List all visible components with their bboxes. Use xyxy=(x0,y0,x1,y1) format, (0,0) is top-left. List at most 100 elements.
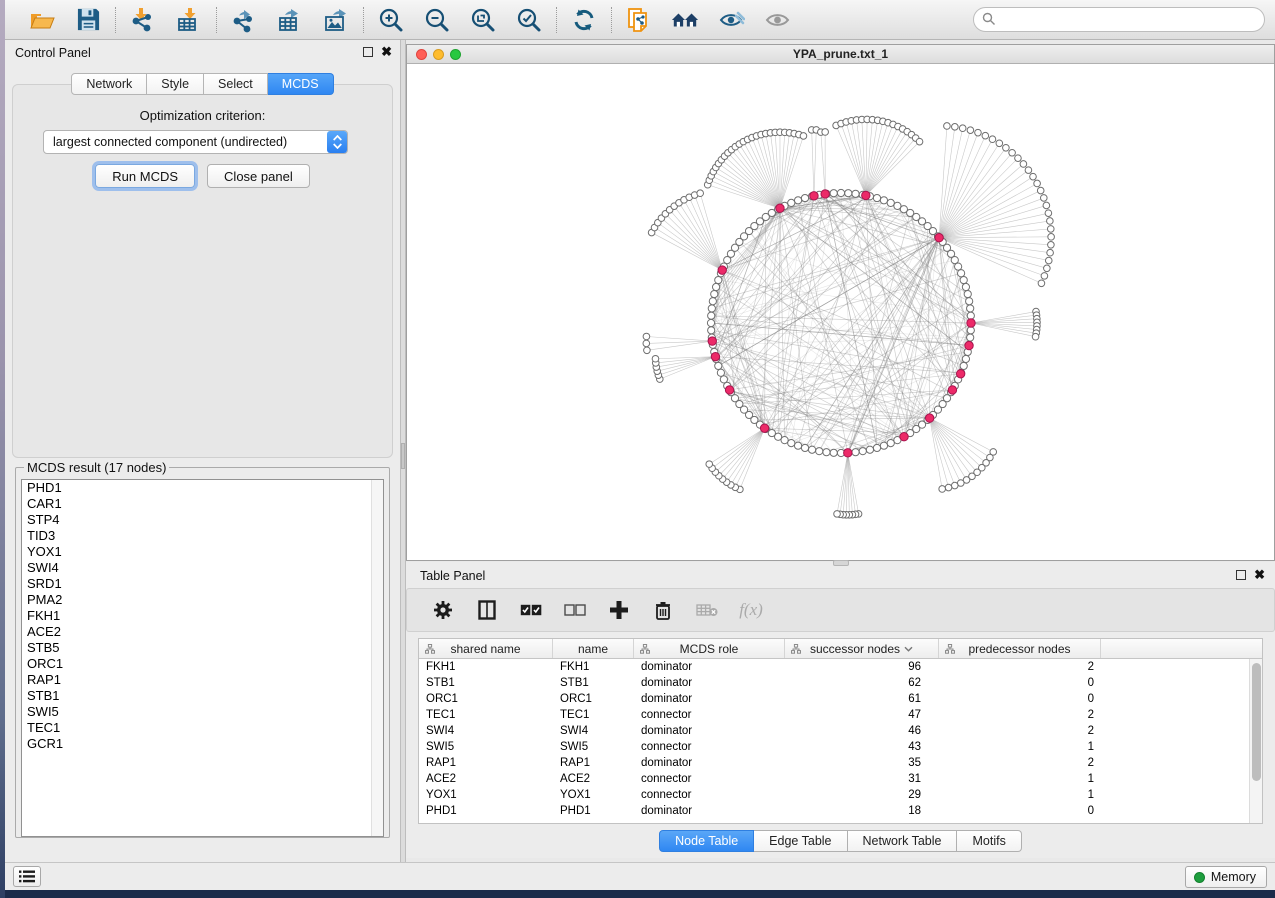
search-input[interactable] xyxy=(973,7,1265,32)
column-header-name[interactable]: name xyxy=(553,639,634,658)
tab-node-table[interactable]: Node Table xyxy=(659,830,754,852)
checked-boxes-icon xyxy=(520,604,542,616)
column-header-predecessor-nodes[interactable]: predecessor nodes xyxy=(939,639,1101,658)
table-row[interactable]: YOX1YOX1connector291 xyxy=(419,787,1262,803)
table-panel-title: Table Panel xyxy=(420,569,485,583)
right-area: YPA_prune.txt_1 Table Panel ✖ xyxy=(406,40,1275,862)
cell-name: PHD1 xyxy=(553,803,634,819)
zoom-fit-button[interactable] xyxy=(469,6,497,34)
float-panel-icon[interactable] xyxy=(363,47,373,57)
table-scrollbar[interactable] xyxy=(1249,659,1262,824)
window-minimize-icon[interactable] xyxy=(433,49,444,60)
zoom-out-button[interactable] xyxy=(423,6,451,34)
float-panel-icon[interactable] xyxy=(1236,570,1246,580)
memory-button[interactable]: Memory xyxy=(1185,866,1267,888)
mcds-result-item[interactable]: SWI5 xyxy=(22,704,383,720)
table-row[interactable]: PHD1PHD1dominator180 xyxy=(419,803,1262,819)
window-zoom-icon[interactable] xyxy=(450,49,461,60)
cell-predecessor_nodes: 2 xyxy=(939,755,1101,771)
table-settings-button[interactable] xyxy=(431,598,455,622)
column-header-successor-nodes[interactable]: successor nodes xyxy=(785,639,939,658)
close-panel-icon[interactable]: ✖ xyxy=(1254,570,1265,580)
column-header-MCDS-role[interactable]: MCDS role xyxy=(634,639,785,658)
zoom-in-button[interactable] xyxy=(377,6,405,34)
splitter-handle[interactable] xyxy=(401,443,405,469)
tab-network-table[interactable]: Network Table xyxy=(848,830,958,852)
node-table: shared namenameMCDS rolesuccessor nodesp… xyxy=(418,638,1263,824)
cell-mcds_role: connector xyxy=(634,787,785,803)
window-close-icon[interactable] xyxy=(416,49,427,60)
tab-select[interactable]: Select xyxy=(204,73,268,95)
tab-style[interactable]: Style xyxy=(147,73,204,95)
tab-edge-table[interactable]: Edge Table xyxy=(754,830,847,852)
optimization-criterion-dropdown[interactable]: largest connected component (undirected) xyxy=(43,130,348,154)
zoom-selected-button[interactable] xyxy=(515,6,543,34)
table-row[interactable]: ACE2ACE2connector311 xyxy=(419,771,1262,787)
cell-predecessor_nodes: 1 xyxy=(939,787,1101,803)
mcds-result-item[interactable]: TID3 xyxy=(22,528,383,544)
export-network-button[interactable] xyxy=(230,6,258,34)
mcds-result-item[interactable]: YOX1 xyxy=(22,544,383,560)
duplicate-network-button[interactable] xyxy=(625,6,653,34)
mcds-list-scrollbar[interactable] xyxy=(371,480,383,836)
cell-shared_name: SWI5 xyxy=(419,739,553,755)
tab-network[interactable]: Network xyxy=(71,73,147,95)
table-header-row: shared namenameMCDS rolesuccessor nodesp… xyxy=(419,639,1262,659)
tab-mcds[interactable]: MCDS xyxy=(268,73,334,95)
mcds-result-item[interactable]: STB1 xyxy=(22,688,383,704)
close-panel-icon[interactable]: ✖ xyxy=(381,47,392,57)
mcds-result-item[interactable]: TEC1 xyxy=(22,720,383,736)
column-header-shared-name[interactable]: shared name xyxy=(419,639,553,658)
unselect-all-columns-button[interactable] xyxy=(563,598,587,622)
mcds-result-item[interactable]: STB5 xyxy=(22,640,383,656)
import-network-button[interactable] xyxy=(129,6,157,34)
export-image-button[interactable] xyxy=(322,6,350,34)
show-panels-button[interactable] xyxy=(13,866,41,887)
table-body: FKH1FKH1dominator962STB1STB1dominator620… xyxy=(419,659,1262,819)
mcds-result-item[interactable]: SWI4 xyxy=(22,560,383,576)
table-row[interactable]: ORC1ORC1dominator610 xyxy=(419,691,1262,707)
table-row[interactable]: FKH1FKH1dominator962 xyxy=(419,659,1262,675)
table-scrollbar-thumb[interactable] xyxy=(1252,663,1261,781)
mcds-result-item[interactable]: ORC1 xyxy=(22,656,383,672)
network-view-window: YPA_prune.txt_1 xyxy=(406,44,1275,561)
network-canvas[interactable] xyxy=(407,64,1275,560)
tab-motifs[interactable]: Motifs xyxy=(957,830,1021,852)
show-all-button[interactable] xyxy=(763,6,791,34)
cell-predecessor_nodes: 0 xyxy=(939,675,1101,691)
mcds-result-item[interactable]: ACE2 xyxy=(22,624,383,640)
mcds-result-item[interactable]: SRD1 xyxy=(22,576,383,592)
hide-selected-button[interactable] xyxy=(717,6,745,34)
refresh-button[interactable] xyxy=(570,6,598,34)
open-file-button[interactable] xyxy=(28,6,56,34)
delete-column-button[interactable] xyxy=(651,598,675,622)
table-row[interactable]: SWI4SWI4dominator462 xyxy=(419,723,1262,739)
first-neighbors-button[interactable] xyxy=(671,6,699,34)
cell-name: STB1 xyxy=(553,675,634,691)
main-area: Control Panel ✖ NetworkStyleSelectMCDS O… xyxy=(5,40,1275,862)
save-session-button[interactable] xyxy=(74,6,102,34)
table-row[interactable]: SWI5SWI5connector431 xyxy=(419,739,1262,755)
mcds-result-list[interactable]: PHD1CAR1STP4TID3YOX1SWI4SRD1PMA2FKH1ACE2… xyxy=(21,479,384,837)
mcds-result-item[interactable]: STP4 xyxy=(22,512,383,528)
select-all-columns-button[interactable] xyxy=(519,598,543,622)
mcds-result-item[interactable]: FKH1 xyxy=(22,608,383,624)
export-table-button[interactable] xyxy=(276,6,304,34)
table-row[interactable]: RAP1RAP1dominator352 xyxy=(419,755,1262,771)
import-table-button[interactable] xyxy=(175,6,203,34)
zoom-fit-icon xyxy=(470,7,496,33)
mcds-result-item[interactable]: RAP1 xyxy=(22,672,383,688)
network-view-titlebar[interactable]: YPA_prune.txt_1 xyxy=(407,45,1274,64)
mcds-result-item[interactable]: PHD1 xyxy=(22,480,383,496)
run-mcds-button[interactable]: Run MCDS xyxy=(95,164,195,188)
cell-successor_nodes: 35 xyxy=(785,755,939,771)
create-column-button[interactable] xyxy=(607,598,631,622)
mcds-result-item[interactable]: CAR1 xyxy=(22,496,383,512)
table-row[interactable]: TEC1TEC1connector472 xyxy=(419,707,1262,723)
toggle-panes-button[interactable] xyxy=(475,598,499,622)
mcds-result-item[interactable]: PMA2 xyxy=(22,592,383,608)
close-panel-button[interactable]: Close panel xyxy=(207,164,310,188)
table-row[interactable]: STB1STB1dominator620 xyxy=(419,675,1262,691)
cell-shared_name: PHD1 xyxy=(419,803,553,819)
mcds-result-item[interactable]: GCR1 xyxy=(22,736,383,752)
